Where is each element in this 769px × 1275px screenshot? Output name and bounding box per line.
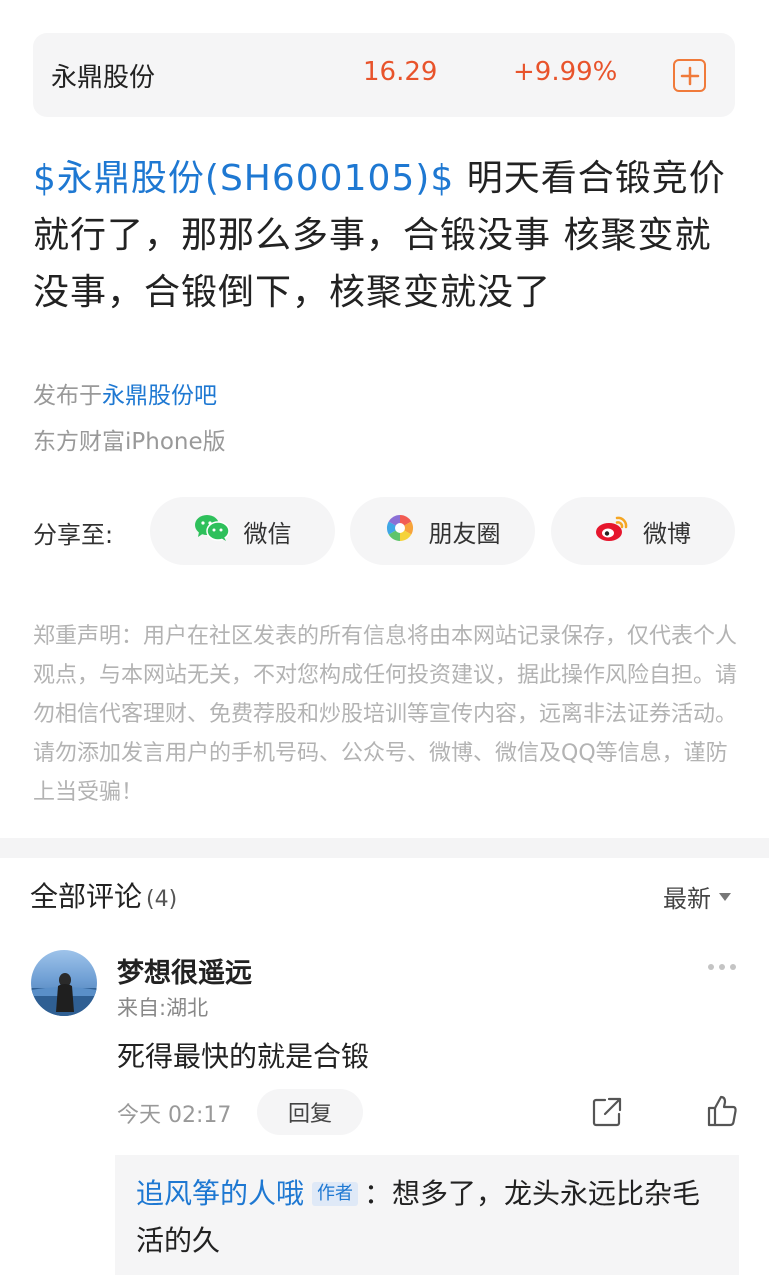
avatar[interactable] [31, 950, 97, 1016]
wechat-icon [194, 513, 230, 549]
reply-button[interactable]: 回复 [257, 1089, 363, 1135]
share-wechat-button[interactable]: 微信 [150, 497, 335, 565]
reply-thread[interactable]: 追风筝的人哦 作者 ：想多了，龙头永远比杂毛活的久 [115, 1155, 739, 1275]
comments-header: 全部评论 (4) [30, 875, 177, 915]
sort-label: 最新 [663, 885, 711, 913]
comment-text: 死得最快的就是合锻 [117, 1040, 370, 1073]
share-weibo-label: 微博 [643, 519, 691, 548]
stock-price: 16.29 [363, 57, 438, 87]
comment-time: 今天 02:17 [117, 1103, 232, 1128]
stock-name: 永鼎股份 [51, 63, 156, 93]
share-icon[interactable] [591, 1096, 623, 1132]
share-label: 分享至: [33, 521, 114, 549]
comments-count: (4) [146, 887, 178, 912]
reply-item: 追风筝的人哦 作者 ：想多了，龙头永远比杂毛活的久 [136, 1170, 726, 1264]
share-moments-label: 朋友圈 [428, 519, 501, 548]
section-divider [0, 838, 769, 858]
caret-down-icon [719, 892, 731, 901]
disclaimer-text: 郑重声明：用户在社区发表的所有信息将由本网站记录保存，仅代表个人观点，与本网站无… [33, 624, 738, 805]
stock-tag-link[interactable]: $永鼎股份(SH600105)$ [33, 158, 454, 199]
stock-quote-card[interactable]: 永鼎股份 16.29 +9.99% [33, 33, 735, 117]
stock-bar-link[interactable]: 永鼎股份吧 [102, 383, 217, 409]
share-wechat-label: 微信 [243, 519, 292, 548]
share-moments-button[interactable]: 朋友圈 [350, 497, 535, 565]
commenter-name[interactable]: 梦想很遥远 [117, 951, 252, 990]
commenter-location: 来自:湖北 [117, 996, 209, 1020]
plus-square-icon[interactable] [673, 59, 706, 92]
thumbs-up-icon[interactable] [706, 1094, 738, 1132]
published-prefix: 发布于 [33, 383, 102, 409]
post-content: $永鼎股份(SH600105)$ 明天看合锻竞价就行了，那那么多事，合锻没事 核… [33, 150, 743, 321]
author-badge: 作者 [312, 1182, 359, 1206]
more-options-icon[interactable] [708, 964, 736, 970]
moments-icon [385, 513, 415, 549]
reply-author[interactable]: 追风筝的人哦 [136, 1177, 304, 1210]
post-client: 东方财富iPhone版 [33, 429, 226, 455]
comments-title: 全部评论 [30, 880, 143, 913]
weibo-icon [595, 514, 629, 548]
published-in: 发布于永鼎股份吧 [33, 376, 217, 410]
sort-dropdown[interactable]: 最新 [663, 879, 731, 914]
stock-change: +9.99% [513, 57, 618, 87]
share-weibo-button[interactable]: 微博 [551, 497, 735, 565]
